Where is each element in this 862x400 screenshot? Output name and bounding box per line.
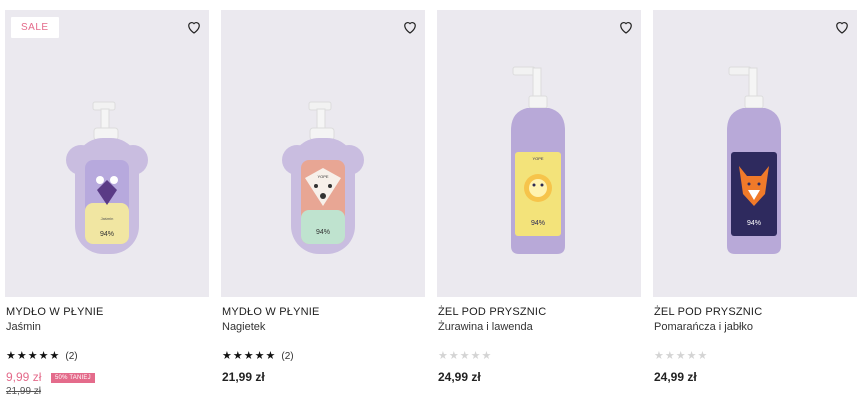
product-card[interactable]: 94% ŻEL POD PRYSZNIC Pomarańcza i jabłko…: [653, 10, 857, 400]
star-icon: ★: [38, 350, 49, 362]
bottle-percent: 94%: [100, 231, 114, 238]
product-category: MYDŁO W PŁYNIE: [6, 306, 104, 318]
heart-outline-icon[interactable]: [617, 18, 635, 36]
product-name[interactable]: Pomarańcza i jabłko: [654, 321, 753, 333]
discount-label: 50% TANIEJ: [51, 373, 95, 383]
star-icon: ★: [686, 350, 697, 362]
product-name[interactable]: Jaśmin: [6, 321, 41, 333]
bottle-percent: 94%: [316, 229, 330, 236]
star-icon: ★: [6, 350, 16, 362]
svg-text:YOPE: YOPE: [317, 174, 328, 179]
star-icon: ★: [438, 350, 448, 362]
star-icon: ★: [27, 350, 38, 362]
product-name[interactable]: Nagietek: [222, 321, 265, 333]
product-category: MYDŁO W PŁYNIE: [222, 306, 320, 318]
product-price: 21,99 zł: [222, 370, 265, 384]
sale-badge: SALE: [11, 17, 59, 38]
product-card[interactable]: YOPE 94% MYDŁO W PŁYNIE Nagietek ★ ★ ★ ★…: [221, 10, 425, 400]
product-card[interactable]: YOPE 94% ŻEL POD PRYSZNIC Żurawina i law…: [437, 10, 641, 400]
star-icon: ★: [232, 350, 243, 362]
product-price: 24,99 zł: [654, 370, 697, 384]
star-icon: ★: [254, 350, 265, 362]
rating: ★ ★ ★ ★ ★: [438, 350, 491, 362]
product-bottle-image: 94%: [727, 66, 781, 254]
heart-outline-icon[interactable]: [185, 18, 203, 36]
rating-count: (2): [65, 350, 78, 362]
product-price: 9,99 zł: [6, 370, 42, 384]
rating: ★ ★ ★ ★ ★ (2): [6, 350, 78, 362]
product-image[interactable]: YOPE 94%: [437, 10, 641, 297]
star-icon: ★: [16, 350, 27, 362]
star-icon: ★: [448, 350, 459, 362]
old-price: 21,99 zł: [6, 386, 42, 397]
product-image[interactable]: 94%: [653, 10, 857, 297]
product-category: ŻEL POD PRYSZNIC: [654, 306, 763, 318]
star-icon: ★: [470, 350, 481, 362]
svg-text:YOPE: YOPE: [532, 156, 543, 161]
bottle-percent: 94%: [747, 220, 761, 227]
star-icon: ★: [459, 350, 470, 362]
product-image[interactable]: Jaśmin 94% SALE: [5, 10, 209, 297]
star-icon: ★: [49, 350, 60, 362]
star-icon: ★: [697, 350, 708, 362]
product-bottle-image: YOPE 94%: [511, 66, 565, 254]
product-bottle-image: Jaśmin 94%: [66, 101, 148, 254]
rating: ★ ★ ★ ★ ★: [654, 350, 707, 362]
rating-count: (2): [281, 350, 294, 362]
product-image[interactable]: YOPE 94%: [221, 10, 425, 297]
bottle-percent: 94%: [531, 220, 545, 227]
star-icon: ★: [265, 350, 276, 362]
product-bottle-image: YOPE 94%: [282, 101, 364, 254]
star-icon: ★: [654, 350, 664, 362]
heart-outline-icon[interactable]: [833, 18, 851, 36]
star-icon: ★: [664, 350, 675, 362]
product-card[interactable]: Jaśmin 94% SALE MYDŁO W PŁYNIE Jaśmin ★ …: [5, 10, 209, 400]
star-icon: ★: [481, 350, 492, 362]
star-icon: ★: [222, 350, 232, 362]
rating: ★ ★ ★ ★ ★ (2): [222, 350, 294, 362]
svg-text:Jaśmin: Jaśmin: [101, 216, 114, 221]
product-price: 24,99 zł: [438, 370, 481, 384]
product-category: ŻEL POD PRYSZNIC: [438, 306, 547, 318]
star-icon: ★: [243, 350, 254, 362]
product-name[interactable]: Żurawina i lawenda: [438, 321, 533, 333]
star-icon: ★: [675, 350, 686, 362]
heart-outline-icon[interactable]: [401, 18, 419, 36]
